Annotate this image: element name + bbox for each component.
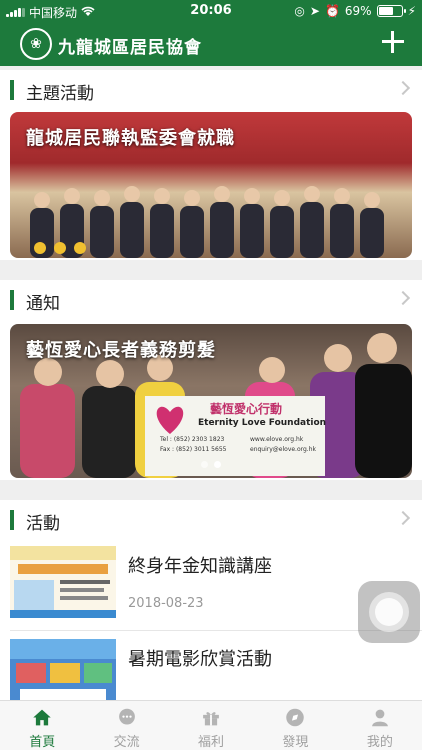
tab-welfare[interactable]: 福利 <box>169 701 253 750</box>
tab-label: 發現 <box>282 735 309 750</box>
banner-email: enquiry@elove.org.hk <box>250 446 316 453</box>
tab-label: 首頁 <box>29 735 56 750</box>
add-button[interactable] <box>378 27 408 57</box>
banner-web: www.elove.org.hk <box>250 436 304 443</box>
group-photo-image <box>30 186 384 258</box>
banner-fax: Fax : (852) 3011 5655 <box>160 446 227 453</box>
bottom-tab-bar: 首頁 交流 福利 發現 我的 <box>0 700 422 750</box>
activity-date: 2018-08-23 <box>128 596 204 611</box>
home-icon <box>33 709 51 726</box>
banner-tel: Tel : (852) 2303 1823 <box>160 436 225 443</box>
activity-thumbnail <box>10 546 116 618</box>
section-notices: 通知 藝恆愛心行動 Eternity Love Foundation Tel :… <box>0 280 422 480</box>
tab-label: 交流 <box>113 735 140 750</box>
activity-title: 終身年金知識講座 <box>128 556 272 577</box>
lock-rotation-icon: ◎ <box>294 4 305 18</box>
assistive-touch-button[interactable] <box>358 581 420 643</box>
notice-banner[interactable]: 藝恆愛心行動 Eternity Love Foundation Tel : (8… <box>10 324 412 478</box>
chevron-right-icon[interactable] <box>395 80 411 96</box>
app-header: ❀ 九龍城區居民協會 <box>0 22 422 66</box>
tab-label: 福利 <box>198 735 225 750</box>
gift-icon <box>203 712 219 726</box>
chevron-right-icon[interactable] <box>395 290 411 306</box>
tab-chat[interactable]: 交流 <box>84 701 168 750</box>
tab-discover[interactable]: 發現 <box>253 701 337 750</box>
carousel-dot[interactable] <box>201 461 208 468</box>
chat-icon <box>118 708 135 725</box>
section-header-themes[interactable]: 主題活動 <box>0 70 422 110</box>
association-logo: ❀ <box>20 28 52 60</box>
notice-banner-caption: 藝恆愛心長者義務剪髮 <box>26 340 216 361</box>
section-header-activities[interactable]: 活動 <box>0 500 422 540</box>
tab-label: 我的 <box>366 735 393 750</box>
tab-me[interactable]: 我的 <box>338 701 422 750</box>
banner-org-name: 藝恆愛心行動 <box>210 402 283 416</box>
theme-banner-caption: 龍城居民聯執監委會就職 <box>26 128 235 149</box>
section-accent-bar <box>10 80 14 100</box>
app-title: 九龍城區居民協會 <box>58 38 202 58</box>
charging-icon: ⚡ <box>407 4 416 18</box>
top-bar: 中国移动 20:06 ◎ ➤ ⏰ 69% ⚡ ❀ 九龍城區居民協會 <box>0 0 422 66</box>
section-header-notices[interactable]: 通知 <box>0 280 422 320</box>
carousel-dots <box>10 461 412 468</box>
carousel-dot-active[interactable] <box>214 461 221 468</box>
section-title-activities: 活動 <box>26 514 60 534</box>
section-accent-bar <box>10 290 14 310</box>
section-accent-bar <box>10 510 14 530</box>
activity-title: 暑期電影欣賞活動 <box>128 649 272 670</box>
compass-icon <box>286 708 305 727</box>
battery-percent: 69% <box>344 4 372 18</box>
status-right: ◎ ➤ ⏰ 69% ⚡ <box>294 4 416 18</box>
tab-home[interactable]: 首頁 <box>0 701 84 750</box>
section-title-notices: 通知 <box>26 294 60 314</box>
user-icon <box>371 709 388 727</box>
status-bar: 中国移动 20:06 ◎ ➤ ⏰ 69% ⚡ <box>0 0 422 22</box>
section-themes: 主題活動 龍城居民聯執監委會就職 <box>0 70 422 260</box>
theme-banner[interactable]: 龍城居民聯執監委會就職 <box>10 112 412 258</box>
chevron-right-icon[interactable] <box>395 510 411 526</box>
battery-icon <box>376 5 406 17</box>
banner-org-english: Eternity Love Foundation <box>198 418 327 428</box>
section-title-themes: 主題活動 <box>26 84 94 104</box>
battery-fill <box>378 7 394 15</box>
location-icon: ➤ <box>309 4 320 18</box>
alarm-icon: ⏰ <box>324 4 340 18</box>
